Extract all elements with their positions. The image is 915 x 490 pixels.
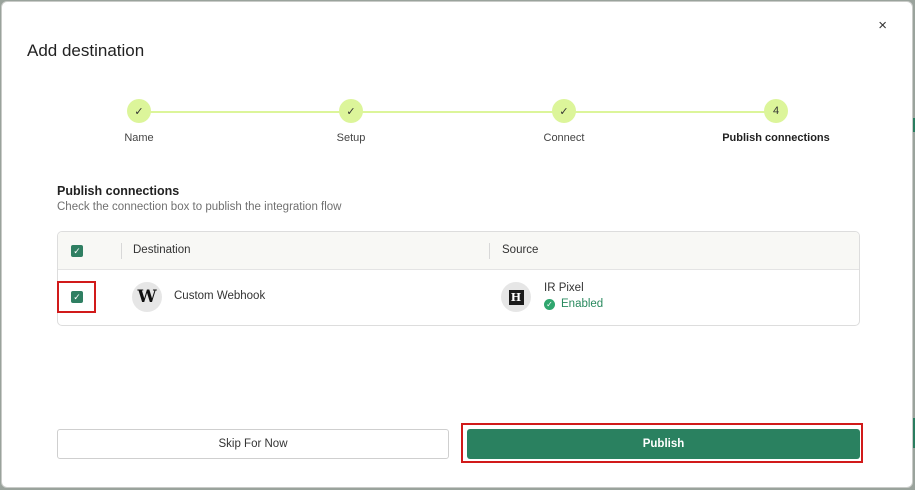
progress-stepper: ✓ Name ✓ Setup ✓ Connect 4 Publish conne… [2,99,914,159]
webhook-w-icon: W [132,282,162,312]
source-name: IR Pixel [544,282,584,294]
step-complete-check-icon: ✓ [127,99,151,123]
skip-for-now-button[interactable]: Skip For Now [57,429,449,459]
step-setup: ✓ Setup [271,99,431,144]
close-icon[interactable]: × [878,18,887,33]
column-divider [489,243,490,259]
step-label: Name [124,132,154,144]
connections-table: ✓ Destination Source ✓ W Custom Webhook … [57,231,860,326]
step-name: ✓ Name [59,99,219,144]
publish-button-highlight [461,423,863,463]
column-header-destination: Destination [133,244,191,256]
row-checkbox-highlight [57,281,96,313]
step-number: 4 [764,99,788,123]
step-label: Setup [336,132,366,144]
check-icon: ✓ [73,245,81,256]
step-complete-check-icon: ✓ [339,99,363,123]
add-destination-dialog: × Add destination ✓ Name ✓ Setup ✓ Conne… [1,1,913,488]
step-label: Connect [543,132,585,144]
column-divider [121,243,122,259]
table-header: ✓ Destination Source [58,232,859,270]
section-heading: Publish connections [57,184,180,198]
step-label: Publish connections [722,132,830,144]
step-publish-connections: 4 Publish connections [696,99,856,144]
status-label: Enabled [561,298,604,310]
source-status: ✓ Enabled [544,298,603,310]
dialog-title: Add destination [27,41,145,60]
step-connect: ✓ Connect [484,99,644,144]
destination-name: Custom Webhook [174,290,266,302]
step-complete-check-icon: ✓ [552,99,576,123]
stepper-connector [139,111,776,113]
ir-pixel-h-icon: H [501,282,531,312]
enabled-check-icon: ✓ [544,298,555,310]
table-row: ✓ W Custom Webhook H IR Pixel ✓ Enabled [58,270,859,325]
column-header-source: Source [502,244,539,256]
section-description: Check the connection box to publish the … [57,201,342,213]
select-all-checkbox[interactable]: ✓ [71,245,83,257]
